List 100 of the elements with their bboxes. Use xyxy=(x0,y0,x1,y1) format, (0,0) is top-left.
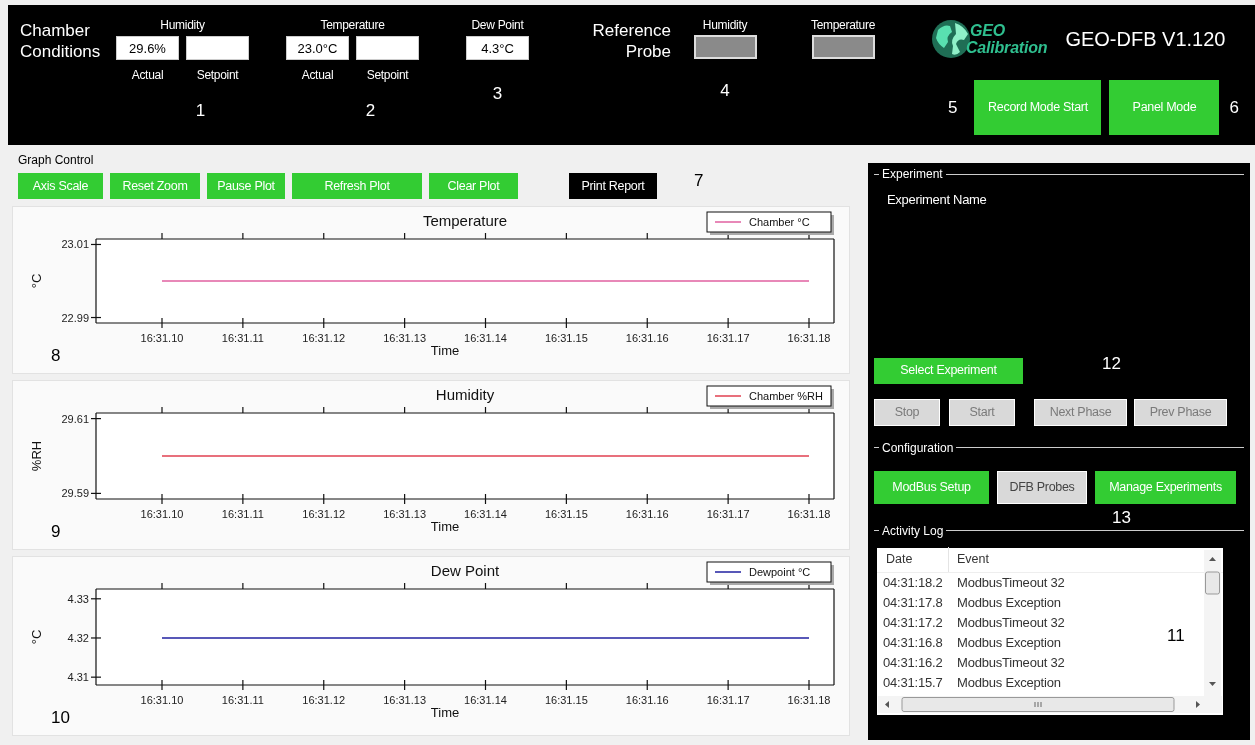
button[interactable]: Refresh Plot xyxy=(292,173,422,199)
tick-label: 16:31.17 xyxy=(706,508,750,520)
tick-label: 4.32 xyxy=(67,632,89,644)
callout-number: 11 xyxy=(1167,625,1185,646)
callout-number: 9 xyxy=(51,522,61,541)
tick-label: 16:31.13 xyxy=(383,332,427,344)
callout-number: 12 xyxy=(1102,353,1121,374)
field-label: Dew Point xyxy=(471,18,524,33)
app-title: GEO-DFB V1.120 xyxy=(1065,27,1226,52)
button[interactable]: DFB Probes xyxy=(997,470,1087,504)
table-cell-text: 04:31:15.7 xyxy=(882,673,944,692)
callout-number: 13 xyxy=(1112,507,1131,528)
input-field[interactable]: 4.3°C xyxy=(466,36,529,60)
table-cell-text: ModbusTimeout 32 xyxy=(956,613,1065,632)
callout-number: 4 xyxy=(720,81,730,101)
tick-label: 16:31.12 xyxy=(302,694,346,706)
field-label: Humidity xyxy=(702,18,748,33)
input-field[interactable]: 29.6% xyxy=(116,36,179,60)
column-header[interactable]: Date xyxy=(877,547,949,572)
callout-number: 1 xyxy=(195,101,206,121)
tick-label: 29.61 xyxy=(61,412,89,425)
axis-title: °C xyxy=(29,273,44,289)
button[interactable]: Reset Zoom xyxy=(110,173,200,199)
tick-label: 16:31.10 xyxy=(140,508,184,520)
callout-number: 6 xyxy=(1229,97,1239,118)
axis-title: Time xyxy=(430,519,460,534)
tick-label: 4.31 xyxy=(67,671,89,684)
field-label: Temperature xyxy=(810,18,876,33)
tick-label: 16:31.18 xyxy=(787,508,831,520)
table-cell-text: 04:31:18.2 xyxy=(882,573,944,592)
logo-text: GEO xyxy=(970,22,1006,39)
input-field[interactable] xyxy=(356,36,419,60)
input-field[interactable] xyxy=(186,36,249,60)
tick-label: 16:31.16 xyxy=(625,508,669,520)
panel-title: Chamber Conditions xyxy=(19,20,102,63)
button[interactable]: ModBus Setup xyxy=(874,470,989,504)
group-title: Activity Log xyxy=(882,523,944,538)
callout-number: 2 xyxy=(365,101,376,121)
field-caption: Setpoint xyxy=(365,67,410,84)
button[interactable]: Record Mode Start xyxy=(974,80,1102,135)
chart-title: Dew Point xyxy=(430,562,500,579)
table-cell-text: ModbusTimeout 32 xyxy=(956,573,1065,592)
column-header[interactable]: Event xyxy=(949,550,989,569)
tick-label: 4.33 xyxy=(67,592,89,605)
table-cell-text: 04:31:17.8 xyxy=(882,593,944,612)
button[interactable]: Clear Plot xyxy=(429,173,518,199)
button[interactable]: Select Experiment xyxy=(874,357,1023,384)
tick-label: 29.59 xyxy=(61,487,89,500)
tick-label: 16:31.12 xyxy=(302,508,346,520)
legend-label: Chamber %RH xyxy=(749,390,823,402)
group-title: Experiment xyxy=(882,167,943,181)
field-label: Humidity xyxy=(160,18,205,33)
table-cell-text: 04:31:17.2 xyxy=(882,613,944,632)
table-cell-text: ModbusTimeout 32 xyxy=(956,653,1065,672)
axis-title: %RH xyxy=(29,440,44,472)
button[interactable]: Print Report xyxy=(569,173,657,199)
callout-number: 10 xyxy=(51,708,70,727)
callout-number: 5 xyxy=(948,97,958,118)
table-cell-text: Modbus Exception xyxy=(956,593,1061,612)
tick-label: 16:31.17 xyxy=(706,694,750,706)
table-cell-text: Modbus Exception xyxy=(956,633,1061,652)
field-caption: Setpoint xyxy=(195,67,240,84)
group-title: Graph Control xyxy=(18,153,95,167)
tick-label: 16:31.17 xyxy=(706,332,750,344)
tick-label: 22.99 xyxy=(61,311,89,324)
legend-label: Dewpoint °C xyxy=(749,566,811,578)
tick-label: 16:31.11 xyxy=(221,332,264,344)
table-cell-text: 04:31:16.2 xyxy=(882,653,944,672)
field-label: Experiment Name xyxy=(887,191,988,209)
tick-label: 16:31.18 xyxy=(787,332,831,344)
tick-label: 16:31.10 xyxy=(140,332,184,344)
tick-label: 23.01 xyxy=(61,238,89,251)
tick-label: 16:31.14 xyxy=(464,508,507,520)
tick-label: 16:31.15 xyxy=(544,694,588,706)
logo-text: Calibration xyxy=(966,39,1048,56)
legend-label: Chamber °C xyxy=(749,216,810,228)
input-field[interactable]: 23.0°C xyxy=(286,36,349,60)
table-cell-text: Modbus Exception xyxy=(956,673,1061,692)
tick-label: 16:31.14 xyxy=(464,332,507,344)
button[interactable]: Panel Mode xyxy=(1109,80,1220,135)
table-cell-text: 04:31:16.8 xyxy=(882,633,944,652)
tick-label: 16:31.16 xyxy=(625,332,669,344)
field-label: Temperature xyxy=(320,18,385,33)
tick-label: 16:31.13 xyxy=(383,508,427,520)
tick-label: 16:31.10 xyxy=(140,694,184,706)
tick-label: 16:31.11 xyxy=(221,508,264,520)
group-title: Configuration xyxy=(882,440,954,455)
chart-title: Temperature xyxy=(422,212,508,229)
tick-label: 16:31.15 xyxy=(544,508,588,520)
tick-label: 16:31.13 xyxy=(383,694,427,706)
callout-number: 7 xyxy=(694,171,704,191)
axis-title: Time xyxy=(430,343,460,358)
field-caption: Actual xyxy=(130,67,165,84)
button[interactable]: Pause Plot xyxy=(207,173,285,199)
panel-title: Reference Probe xyxy=(591,20,671,63)
chart-title: Humidity xyxy=(435,386,495,403)
callout-number: 8 xyxy=(51,346,61,365)
button[interactable]: Axis Scale xyxy=(18,173,103,199)
tick-label: 16:31.15 xyxy=(544,332,588,344)
button[interactable]: Manage Experiments xyxy=(1095,470,1236,504)
